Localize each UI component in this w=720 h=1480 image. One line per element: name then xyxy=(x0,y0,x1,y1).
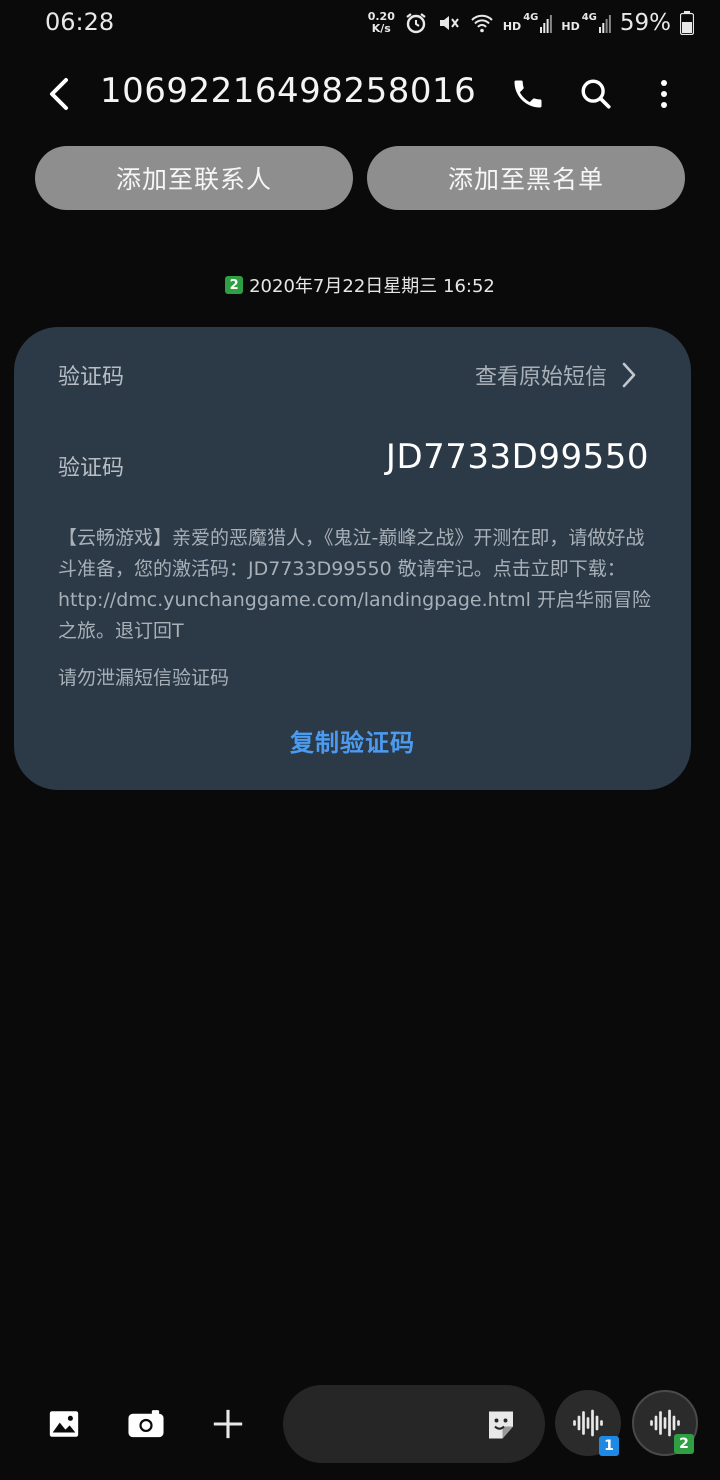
sms-body-text: 【云畅游戏】亲爱的恶魔猎人，《鬼泣-巅峰之战》开测在即，请做好战斗准备，您的激活… xyxy=(58,527,651,642)
message-date-row: 2 2020年7月22日星期三 16:52 xyxy=(0,272,720,298)
sim1-hd-label: HD xyxy=(502,20,522,33)
sim-badge: 2 xyxy=(225,276,244,294)
card-header-label: 验证码 xyxy=(58,365,125,390)
more-options-button[interactable] xyxy=(640,70,688,118)
chevron-right-icon xyxy=(622,362,636,388)
battery-percent: 59% xyxy=(619,10,671,36)
voice-message-sim1-button[interactable]: 1 xyxy=(555,1390,621,1456)
message-date: 2020年7月22日星期三 16:52 xyxy=(249,276,495,297)
status-time: 06:28 xyxy=(45,8,115,36)
copy-code-button[interactable]: 复制验证码 xyxy=(14,723,691,758)
gallery-button[interactable] xyxy=(42,1402,86,1446)
status-icons: 0.20 K/s HD 4G HD 4G 59% xyxy=(368,6,694,40)
mute-icon xyxy=(439,16,459,30)
sender-number-title: 10692216498258016 xyxy=(100,71,477,111)
add-to-blacklist-button[interactable]: 添加至黑名单 xyxy=(367,146,685,210)
alarm-icon xyxy=(406,13,426,34)
signal-bars-icon xyxy=(598,15,611,33)
sim2-signal: HD 4G xyxy=(561,12,611,33)
more-vertical-icon xyxy=(661,80,667,108)
back-button[interactable] xyxy=(38,72,82,116)
sim2-tag: 2 xyxy=(674,1434,694,1454)
battery-icon xyxy=(680,11,694,35)
network-speed-unit: K/s xyxy=(371,22,391,35)
verification-code-value: JD7733D99550 xyxy=(385,437,649,477)
sim1-tag: 1 xyxy=(599,1436,619,1456)
voice-message-sim2-button[interactable]: 2 xyxy=(632,1390,698,1456)
sim1-signal: HD 4G xyxy=(502,12,553,33)
image-icon xyxy=(49,1411,79,1437)
conversation-header: 10692216498258016 xyxy=(0,56,720,132)
plus-icon xyxy=(213,1409,243,1439)
sim2-network-label: 4G xyxy=(581,12,597,23)
message-input[interactable] xyxy=(283,1385,545,1463)
signal-bars-icon xyxy=(540,15,553,33)
wifi-icon xyxy=(471,14,493,33)
sticker-button[interactable] xyxy=(483,1407,519,1443)
code-label: 验证码 xyxy=(58,456,125,481)
call-button[interactable] xyxy=(504,70,552,118)
compose-bar: 1 2 xyxy=(0,1380,720,1470)
sticker-icon xyxy=(489,1411,513,1439)
view-original-label: 查看原始短信 xyxy=(474,365,607,390)
verification-code-card: 验证码 查看原始短信 验证码 JD7733D99550 【云畅游戏】亲爱的恶魔猎… xyxy=(14,327,691,790)
camera-icon xyxy=(128,1410,164,1438)
attach-button[interactable] xyxy=(206,1402,250,1446)
security-warning: 请勿泄漏短信验证码 xyxy=(58,667,230,689)
camera-button[interactable] xyxy=(124,1402,168,1446)
search-button[interactable] xyxy=(572,70,620,118)
chevron-left-icon xyxy=(50,78,68,110)
view-original-sms-link[interactable]: 查看原始短信 xyxy=(475,359,637,391)
sim2-hd-label: HD xyxy=(561,20,580,33)
status-bar: 06:28 0.20 K/s HD 4G HD 4G 59% xyxy=(0,0,720,46)
sim1-network-label: 4G xyxy=(523,12,539,23)
phone-icon xyxy=(514,80,542,108)
add-to-contacts-button[interactable]: 添加至联系人 xyxy=(35,146,353,210)
search-icon xyxy=(581,79,611,109)
network-speed: 0.20 K/s xyxy=(368,11,395,35)
